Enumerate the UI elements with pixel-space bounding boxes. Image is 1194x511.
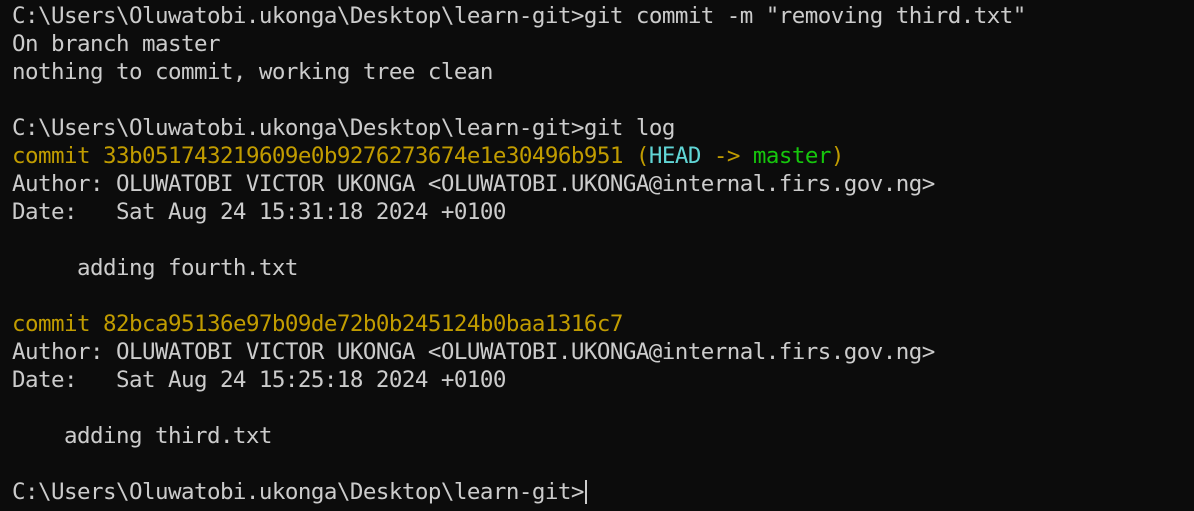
- command-text: git commit -m "removing third.txt": [583, 3, 1026, 29]
- commit-line: commit 33b051743219609e0b9276273674e1e30…: [12, 142, 1194, 170]
- current-prompt-line[interactable]: C:\Users\Oluwatobi.ukonga\Desktop\learn-…: [12, 478, 1194, 506]
- status-branch-line: On branch master: [12, 31, 221, 57]
- commit-hash: 33b051743219609e0b9276273674e1e30496b951: [102, 143, 623, 169]
- ref-arrow: ->: [700, 143, 753, 169]
- prompt: C:\Users\Oluwatobi.ukonga\Desktop\learn-…: [12, 3, 584, 29]
- ref-open-paren: (: [622, 143, 650, 169]
- prompt: C:\Users\Oluwatobi.ukonga\Desktop\learn-…: [12, 115, 584, 141]
- log-command-line: C:\Users\Oluwatobi.ukonga\Desktop\learn-…: [12, 114, 1194, 142]
- status-clean-line: nothing to commit, working tree clean: [12, 59, 493, 85]
- commit-message-line: adding fourth.txt: [12, 255, 299, 281]
- author-line: Author: OLUWATOBI VICTOR UKONGA <OLUWATO…: [12, 339, 935, 365]
- commit-label: commit: [12, 311, 103, 337]
- commit-message-line: adding third.txt: [12, 423, 273, 449]
- commit-hash: 82bca95136e97b09de72b0b245124b0baa1316c7: [102, 311, 623, 337]
- prompt: C:\Users\Oluwatobi.ukonga\Desktop\learn-…: [12, 479, 584, 505]
- branch-ref: master: [752, 143, 832, 169]
- commit-line: commit 82bca95136e97b09de72b0b245124b0ba…: [12, 310, 1194, 338]
- ref-close-paren: ): [830, 143, 845, 169]
- command-text: git log: [583, 115, 676, 141]
- date-line: Date: Sat Aug 24 15:25:18 2024 +0100: [12, 367, 506, 393]
- commit-command-line: C:\Users\Oluwatobi.ukonga\Desktop\learn-…: [12, 2, 1194, 30]
- author-line: Author: OLUWATOBI VICTOR UKONGA <OLUWATO…: [12, 171, 935, 197]
- terminal-window[interactable]: C:\Users\Oluwatobi.ukonga\Desktop\learn-…: [0, 0, 1194, 511]
- commit-label: commit: [12, 143, 103, 169]
- text-cursor: [584, 480, 587, 504]
- head-ref: HEAD: [648, 143, 702, 169]
- date-line: Date: Sat Aug 24 15:31:18 2024 +0100: [12, 199, 506, 225]
